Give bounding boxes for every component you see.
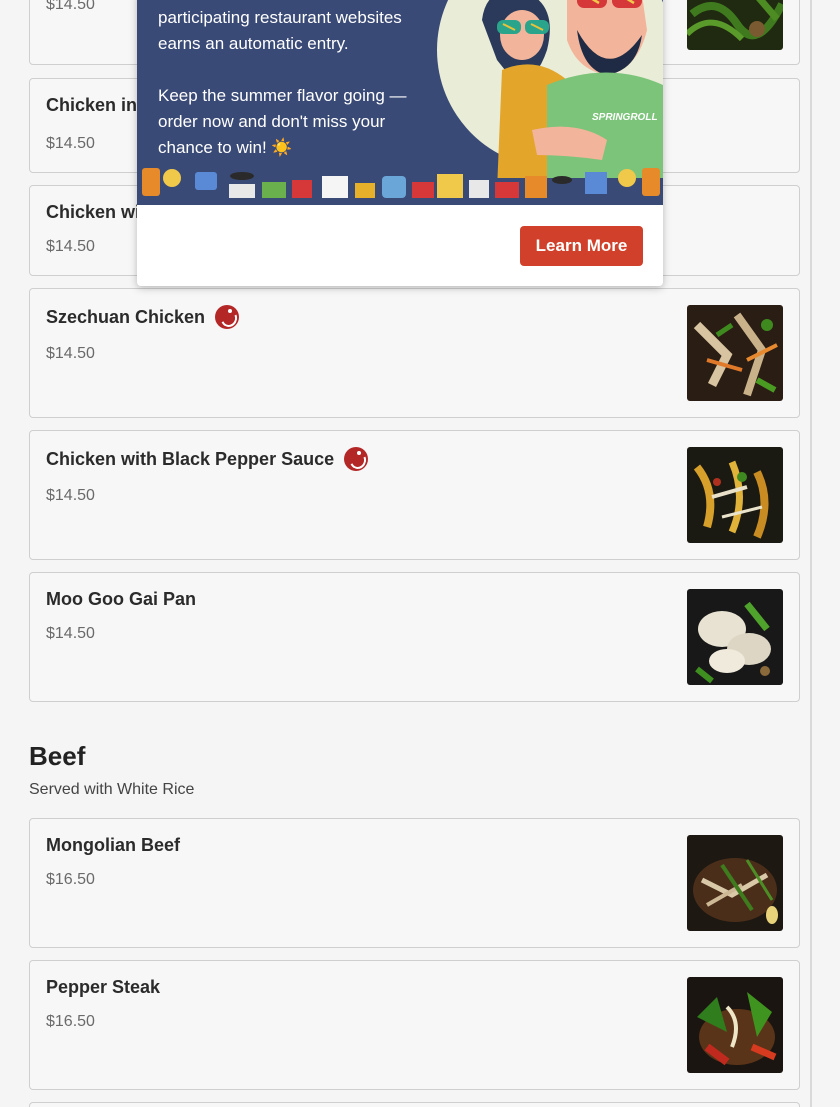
menu-item-card[interactable]: [29, 1102, 800, 1107]
learn-more-button[interactable]: Learn More: [520, 226, 643, 266]
shirt-brand-text: SPRINGROLL: [592, 112, 658, 123]
menu-item-name: Mongolian Beef: [46, 835, 180, 855]
menu-item-price: $16.50: [46, 871, 95, 888]
menu-item-photo: [687, 0, 783, 50]
promo-popup: participating restaurant websites earns …: [137, 0, 663, 286]
section-subtitle: Served with White Rice: [29, 781, 195, 798]
menu-item-name: Chicken in: [46, 95, 138, 115]
menu-item-price: $14.50: [46, 0, 95, 13]
promo-illustration: SPRINGROLL: [137, 0, 663, 205]
menu-item-name: Chicken with Black Pepper Sauce: [46, 447, 369, 471]
menu-page: $14.50 Chicken in $14.50 Chicken wi $14.…: [0, 0, 812, 1107]
menu-item-card[interactable]: Szechuan Chicken $14.50: [29, 288, 800, 418]
spicy-icon: [215, 305, 240, 329]
menu-item-price: $14.50: [46, 238, 95, 255]
menu-item-name: Szechuan Chicken: [46, 305, 240, 329]
menu-item-card[interactable]: Mongolian Beef $16.50: [29, 818, 800, 948]
section-title: Beef: [29, 741, 86, 771]
menu-item-price: $14.50: [46, 625, 95, 642]
menu-item-photo: [687, 835, 783, 931]
scrollbar-track[interactable]: [810, 0, 812, 1107]
menu-item-photo: [687, 305, 783, 401]
promo-banner: participating restaurant websites earns …: [137, 0, 663, 205]
menu-item-card[interactable]: Pepper Steak $16.50: [29, 960, 800, 1090]
spicy-icon: [344, 447, 369, 471]
menu-item-name: Pepper Steak: [46, 977, 161, 997]
menu-item-price: $14.50: [46, 345, 95, 362]
menu-item-name: Moo Goo Gai Pan: [46, 589, 197, 609]
menu-item-card[interactable]: Moo Goo Gai Pan $14.50: [29, 572, 800, 702]
menu-item-price: $14.50: [46, 487, 95, 504]
menu-item-photo: [687, 977, 783, 1073]
menu-item-card[interactable]: Chicken with Black Pepper Sauce $14.50: [29, 430, 800, 560]
menu-item-photo: [687, 447, 783, 543]
menu-item-price: $16.50: [46, 1013, 95, 1030]
menu-item-name: Chicken wi: [46, 202, 141, 222]
menu-item-price: $14.50: [46, 135, 95, 152]
menu-item-photo: [687, 589, 783, 685]
